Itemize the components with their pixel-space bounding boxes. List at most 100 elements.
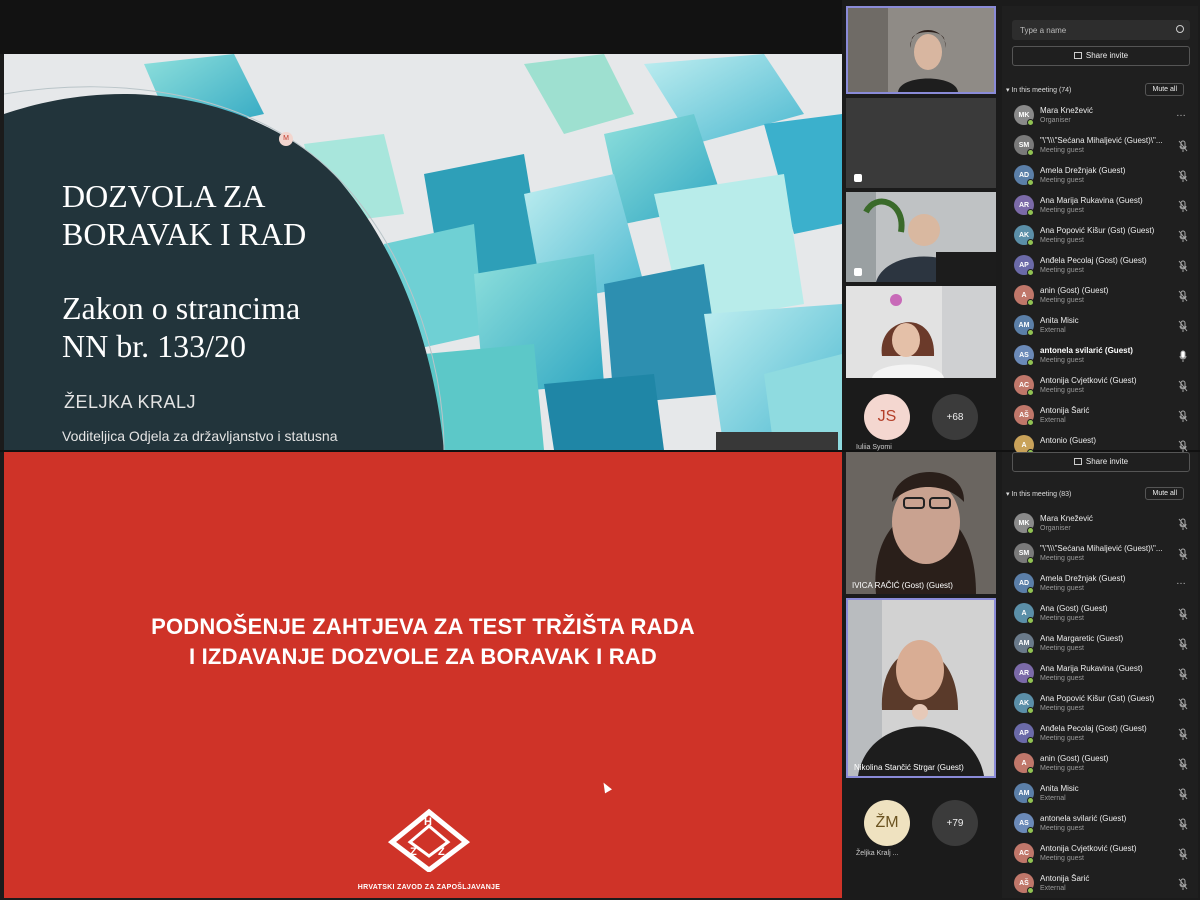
participant-role: Meeting guest: [1040, 705, 1084, 712]
participant-row[interactable]: AD Amela Drežnjak (Guest) Meeting guest…: [1010, 570, 1190, 600]
participant-role: Meeting guest: [1040, 357, 1084, 364]
participant-name: Antonio (Guest): [1040, 436, 1097, 445]
participant-row[interactable]: AM Anita Misic External: [1010, 780, 1190, 810]
mic-muted-icon[interactable]: [1178, 290, 1188, 302]
presence-icon: [1027, 239, 1034, 246]
more-participants-top[interactable]: +68: [932, 394, 978, 440]
participant-row[interactable]: Aanin (Gost) (Guest) Meeting guest: [1010, 282, 1190, 312]
mic-muted-icon[interactable]: [1178, 758, 1188, 770]
participant-row[interactable]: AR Ana Marija Rukavina (Guest) Meeting gue…: [1010, 192, 1190, 222]
presence-icon: [1027, 419, 1034, 426]
nikolina-video-icon: [848, 600, 994, 776]
participant-row[interactable]: AC Antonija Cvjetković (Guest) Meeting gue…: [1010, 840, 1190, 870]
mic-muted-icon[interactable]: [1178, 260, 1188, 272]
participant-role: Meeting guest: [1040, 735, 1084, 742]
mic-muted-icon[interactable]: [1178, 818, 1188, 830]
mic-muted-icon[interactable]: [1178, 518, 1188, 530]
participant-row[interactable]: AR Ana Marija Rukavina (Guest) Meeting gue…: [1010, 660, 1190, 690]
avatar-zm[interactable]: ŽM: [864, 800, 910, 846]
presence-icon: [1027, 119, 1034, 126]
mic-muted-icon[interactable]: [1178, 548, 1188, 560]
bottom-slide-title-line2: I IZDAVANJE DOZVOLE ZA BORAVAK I RAD: [189, 644, 657, 669]
presence-icon: [1027, 527, 1034, 534]
share-invite-button[interactable]: Share invite: [1012, 46, 1190, 66]
mic-muted-icon[interactable]: [1178, 410, 1188, 422]
more-options-icon[interactable]: …: [1176, 108, 1186, 119]
participant-row[interactable]: AŠ Antonija Šarić External: [1010, 402, 1190, 432]
mic-muted-icon[interactable]: [1178, 440, 1188, 452]
video-tile-presenter[interactable]: [846, 6, 996, 94]
share-invite-button[interactable]: Share invite: [1012, 452, 1190, 472]
participant-row[interactable]: AC Antonija Cvjetković (Guest) Meeting gue…: [1010, 372, 1190, 402]
video-tile-camera-off[interactable]: [846, 98, 996, 188]
participant-row[interactable]: AP Anđela Pecolaj (Gost) (Guest) Meeting g…: [1010, 252, 1190, 282]
logo-letter-h: H: [424, 816, 432, 828]
participant-name: Antonija Cvjetković (Guest): [1040, 376, 1137, 385]
mic-muted-icon[interactable]: [1178, 380, 1188, 392]
mic-muted-icon[interactable]: [1178, 230, 1188, 242]
participant-name: Antonija Šarić: [1040, 874, 1090, 883]
presence-icon: [1027, 857, 1034, 864]
more-options-icon[interactable]: …: [1176, 576, 1186, 587]
participant-row[interactable]: MK Mara Knežević Organiser: [1010, 510, 1190, 540]
mic-muted-icon[interactable]: [1178, 848, 1188, 860]
participant-row[interactable]: AP Anđela Pecolaj (Gost) (Guest) Meeting g…: [1010, 720, 1190, 750]
more-participants-bottom[interactable]: +79: [932, 800, 978, 846]
mic-muted-icon[interactable]: [1178, 140, 1188, 152]
presence-icon: [1027, 767, 1034, 774]
slide-author-role: Voditeljica Odjela za državljanstvo i st…: [62, 428, 338, 444]
participant-name: anin (Gost) (Guest): [1040, 286, 1109, 295]
video-tile-man-office[interactable]: [846, 192, 996, 282]
participant-row[interactable]: MK Mara Knežević Organiser…: [1010, 102, 1190, 132]
participant-row[interactable]: AM Anita Misic External: [1010, 312, 1190, 342]
mic-muted-icon[interactable]: [1178, 200, 1188, 212]
presence-icon: [1027, 209, 1034, 216]
mic-muted-icon[interactable]: [1178, 788, 1188, 800]
mic-muted-icon[interactable]: [1178, 728, 1188, 740]
avatar-js[interactable]: JS: [864, 394, 910, 440]
mic-muted-icon[interactable]: [1178, 668, 1188, 680]
participant-name: Anđela Pecolaj (Gost) (Guest): [1040, 724, 1147, 733]
participants-panel-top: Type a name Share invite ▾ In this meeti…: [1002, 6, 1198, 456]
participant-name: Ana Marija Rukavina (Guest): [1040, 664, 1143, 673]
participant-row[interactable]: SM "\"\\\"Sećana Mihaljević (Guest)\"... M…: [1010, 540, 1190, 570]
video-tile-woman-glasses[interactable]: [846, 286, 996, 378]
presence-icon: [1027, 617, 1034, 624]
participant-row[interactable]: AS antonela svilarić (Guest) Meeting guest: [1010, 342, 1190, 372]
participant-name: Ana Margaretic (Guest): [1040, 634, 1124, 643]
woman-video-icon: [846, 286, 996, 378]
in-meeting-section-top[interactable]: ▾ In this meeting (74) Mute all: [1006, 83, 1190, 96]
participant-row[interactable]: AK Ana Popović Kišur (Gst) (Guest) Meeting…: [1010, 690, 1190, 720]
participant-name: Mara Knežević: [1040, 514, 1093, 523]
participant-row[interactable]: AD Amela Drežnjak (Guest) Meeting guest: [1010, 162, 1190, 192]
mic-muted-icon[interactable]: [1178, 638, 1188, 650]
participant-name: anin (Gost) (Guest): [1040, 754, 1109, 763]
mic-muted-icon[interactable]: [1178, 878, 1188, 890]
top-slide-header-bar: [0, 0, 842, 54]
hzz-logo: H Z Z: [386, 808, 472, 874]
mic-muted-icon[interactable]: [1178, 320, 1188, 332]
mic-icon[interactable]: [1178, 350, 1188, 362]
participant-row[interactable]: AS antonela svilarić (Guest) Meeting guest: [1010, 810, 1190, 840]
search-input[interactable]: Type a name: [1012, 20, 1190, 40]
mic-muted-icon[interactable]: [1178, 608, 1188, 620]
mute-all-button[interactable]: Mute all: [1145, 487, 1184, 500]
slide-subtitle-line1: Zakon o strancima: [62, 290, 301, 326]
participant-role: Meeting guest: [1040, 237, 1084, 244]
participant-row[interactable]: AK Ana Popović Kišur (Gst) (Guest) Meeting…: [1010, 222, 1190, 252]
mic-muted-icon[interactable]: [1178, 698, 1188, 710]
participant-row[interactable]: AM Ana Margaretic (Guest) Meeting guest: [1010, 630, 1190, 660]
mute-all-button[interactable]: Mute all: [1145, 83, 1184, 96]
in-meeting-section-bottom[interactable]: ▾ In this meeting (83) Mute all: [1006, 487, 1190, 500]
participant-row[interactable]: A Ana (Gost) (Guest) Meeting guest: [1010, 600, 1190, 630]
participant-row[interactable]: Aanin (Gost) (Guest) Meeting guest: [1010, 750, 1190, 780]
participant-row[interactable]: SM "\"\\\"Sećana Mihaljević (Guest)\"... M…: [1010, 132, 1190, 162]
participant-row[interactable]: AŠ Antonija Šarić External: [1010, 870, 1190, 900]
presence-icon: [1027, 587, 1034, 594]
video-tile-nikolina[interactable]: Nikolina Stančić Strgar (Guest): [846, 598, 996, 778]
participant-name: Ana Popović Kišur (Gst) (Guest): [1040, 226, 1155, 235]
participant-role: Organiser: [1040, 525, 1071, 532]
mic-muted-icon[interactable]: [1178, 170, 1188, 182]
presence-icon: [1027, 359, 1034, 366]
video-tile-ivica[interactable]: IVICA RAČIĆ (Gost) (Guest): [846, 452, 996, 594]
